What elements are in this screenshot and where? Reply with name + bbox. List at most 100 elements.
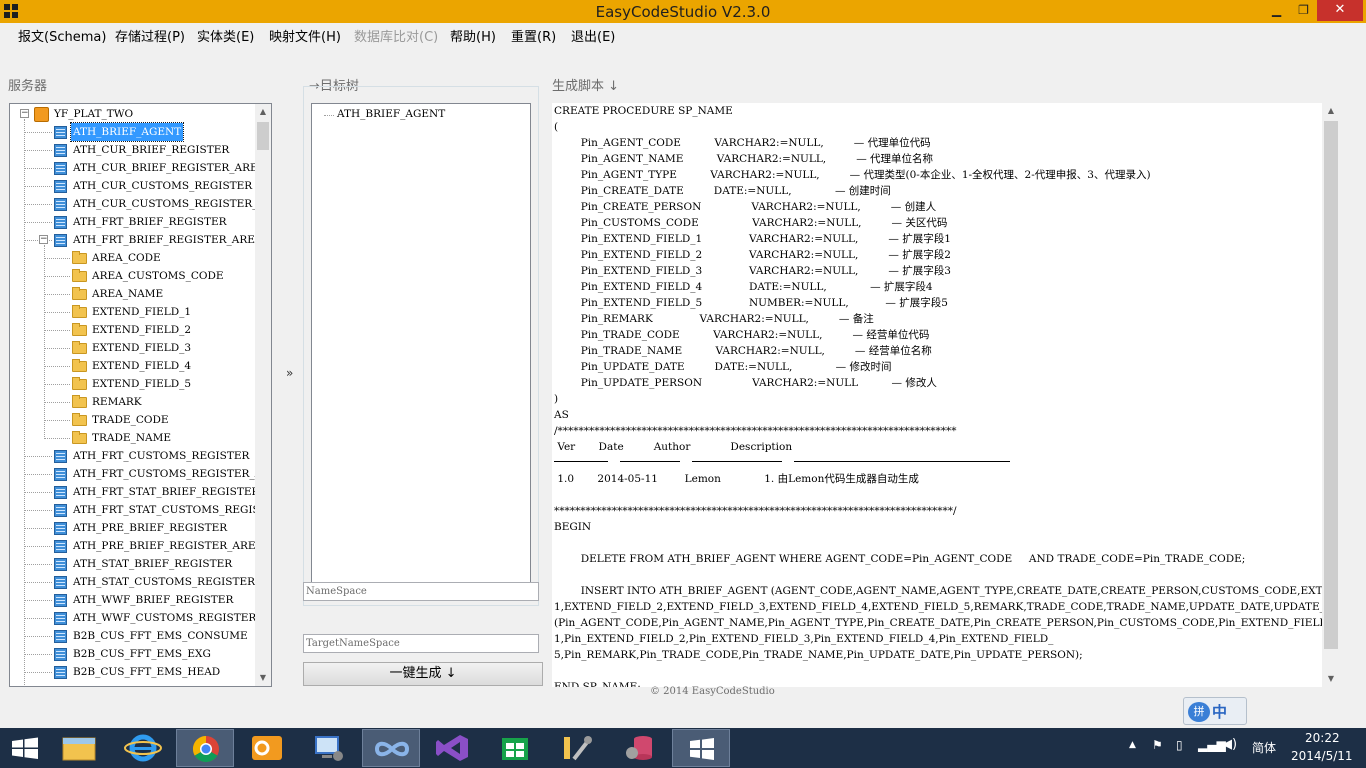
server-tree[interactable]: − YF_PLAT_TWO ATH_BRIEF_AGENT ATH_CUR_BRIEF… [9, 103, 272, 687]
tree-table-item[interactable]: ATH_FRT_STAT_CUSTOMS_REGISTER [54, 501, 271, 519]
action-center-flag-icon[interactable]: ⚑ [1152, 738, 1163, 752]
menu-db-compare[interactable]: 数据库比对(C) [354, 26, 438, 45]
scroll-down-arrow[interactable]: ▼ [1322, 671, 1340, 687]
target-tree[interactable]: ATH_BRIEF_AGENT [311, 103, 531, 585]
easycodestudio-icon[interactable] [672, 729, 730, 767]
tree-table-item[interactable]: ATH_CUR_BRIEF_REGISTER_AREA [54, 159, 267, 177]
tree-item-label: ATH_FRT_CUSTOMS_REGISTER_AREA [73, 468, 272, 480]
table-icon [54, 234, 67, 247]
tools-icon[interactable] [548, 729, 606, 767]
clock-date[interactable]: 2014/5/11 [1291, 749, 1353, 763]
tree-field-item[interactable]: AREA_CUSTOMS_CODE [72, 267, 226, 285]
menu-mapping[interactable]: 映射文件(H) [269, 26, 341, 45]
tree-table-item[interactable]: ATH_CUR_BRIEF_REGISTER [54, 141, 231, 159]
tree-field-item[interactable]: EXTEND_FIELD_4 [72, 357, 193, 375]
battery-icon[interactable]: ▯ [1176, 738, 1183, 752]
close-button[interactable]: ✕ [1317, 0, 1363, 21]
tree-table-item[interactable]: ATH_FRT_BRIEF_REGISTER [54, 213, 229, 231]
tree-table-item[interactable]: ATH_STAT_CUSTOMS_REGISTER [54, 573, 257, 591]
tree-field-item[interactable]: REMARK [72, 393, 144, 411]
maximize-button[interactable]: ❐ [1290, 0, 1317, 21]
collapse-toggle-icon[interactable]: − [20, 109, 29, 118]
outlook-icon[interactable] [238, 729, 296, 767]
collapse-toggle-icon[interactable]: − [39, 235, 48, 244]
clock-time[interactable]: 20:22 [1305, 731, 1340, 745]
tree-table-item[interactable]: ATH_PRE_BRIEF_REGISTER_AREA [54, 537, 265, 555]
tree-field-item[interactable]: EXTEND_FIELD_3 [72, 339, 193, 357]
tree-connector [25, 150, 52, 151]
tree-item-label: ATH_WWF_CUSTOMS_REGISTER [73, 612, 257, 624]
language-indicator[interactable]: 简体 [1252, 739, 1276, 756]
menu-schema[interactable]: 报文(Schema) [18, 26, 106, 45]
target-namespace-input[interactable]: TargetNameSpace [303, 634, 539, 653]
tree-item-label: AREA_NAME [92, 288, 164, 300]
tree-item-label: B2B_CUS_FFT_EMS_EXG [73, 648, 211, 660]
menu-procedure[interactable]: 存储过程(P) [115, 26, 185, 45]
tree-table-item[interactable]: B2B_CUS_FFT_EMS_HEAD [54, 663, 222, 681]
menu-reset[interactable]: 重置(R) [511, 26, 556, 45]
ime-toolbar[interactable]: 拼 中 [1183, 697, 1247, 725]
file-explorer-icon[interactable] [50, 729, 108, 767]
scroll-thumb[interactable] [1324, 121, 1338, 649]
tree-table-item[interactable]: ATH_BRIEF_AGENT [54, 122, 185, 142]
visual-studio-infinity-icon[interactable] [362, 729, 420, 767]
tree-connector [44, 366, 70, 367]
script-output[interactable]: CREATE PROCEDURE SP_NAME ( Pin_AGENT_CODE… [552, 103, 1340, 687]
scroll-up-arrow[interactable]: ▲ [1322, 103, 1340, 119]
tray-overflow-icon[interactable]: ▲ [1129, 740, 1136, 750]
folder-icon [72, 341, 87, 354]
scroll-down-arrow[interactable]: ▼ [255, 670, 271, 686]
scroll-thumb[interactable] [257, 122, 269, 150]
chrome-icon[interactable] [176, 729, 234, 767]
tree-field-item[interactable]: EXTEND_FIELD_5 [72, 375, 193, 393]
tree-table-item[interactable]: ATH_WWF_CUSTOMS_REGISTER [54, 609, 258, 627]
tree-table-item[interactable]: ATH_CUR_CUSTOMS_REGISTER [54, 177, 254, 195]
volume-icon[interactable]: ◀) [1222, 737, 1237, 752]
start-button[interactable] [0, 729, 50, 767]
menu-exit[interactable]: 退出(E) [571, 26, 615, 45]
tree-table-item[interactable]: ATH_FRT_STAT_BRIEF_REGISTER [54, 483, 261, 501]
tree-field-item[interactable]: TRADE_NAME [72, 429, 173, 447]
tree-table-item[interactable]: ATH_FRT_BRIEF_REGISTER_AREA [54, 231, 265, 249]
table-rule [620, 461, 680, 462]
tree-table-item[interactable]: B2B_CUS_FFT_EMS_CONSUME [54, 627, 250, 645]
script-line [554, 535, 1340, 551]
tree-item-label: ATH_FRT_STAT_BRIEF_REGISTER [73, 486, 260, 498]
tree-connector [44, 384, 70, 385]
tree-table-item[interactable]: ATH_PRE_BRIEF_REGISTER [54, 519, 229, 537]
network-icon[interactable] [300, 729, 358, 767]
tree-guide-line [44, 245, 45, 439]
namespace-input[interactable]: NameSpace [303, 582, 539, 601]
ime-mode[interactable]: 中 [1212, 701, 1227, 722]
generate-button[interactable]: 一键生成 ↓ [303, 662, 543, 686]
tree-table-item[interactable]: B2B_CUS_FFT_EMS_EXG [54, 645, 213, 663]
tree-table-item[interactable]: ATH_FRT_CUSTOMS_REGISTER [54, 447, 251, 465]
tree-field-item[interactable]: AREA_NAME [72, 285, 165, 303]
target-tree-item[interactable]: ATH_BRIEF_AGENT [337, 108, 445, 120]
database-icon[interactable] [610, 729, 668, 767]
folder-icon [72, 377, 87, 390]
tree-scrollbar[interactable]: ▲ ▼ [255, 104, 271, 686]
tree-item-label: ATH_FRT_BRIEF_REGISTER [73, 216, 227, 228]
tree-table-item[interactable]: ATH_WWF_BRIEF_REGISTER [54, 591, 235, 609]
scroll-up-arrow[interactable]: ▲ [255, 104, 271, 120]
script-line: Pin_EXTEND_FIELD_4 DATE:=NULL, — 扩展字段4 [554, 281, 933, 293]
ie-icon[interactable] [114, 729, 172, 767]
tree-field-item[interactable]: TRADE_CODE [72, 411, 171, 429]
menu-entity[interactable]: 实体类(E) [197, 26, 254, 45]
ime-logo-icon: 拼 [1188, 702, 1210, 722]
tree-table-item[interactable]: ATH_STAT_BRIEF_REGISTER [54, 555, 234, 573]
tree-table-item[interactable]: ATH_FRT_CUSTOMS_REGISTER_AREA [54, 465, 272, 483]
tree-field-item[interactable]: EXTEND_FIELD_2 [72, 321, 193, 339]
tree-field-item[interactable]: EXTEND_FIELD_1 [72, 303, 193, 321]
tree-table-item[interactable]: ATH_CUR_CUSTOMS_REGISTER_AREA [54, 195, 271, 213]
script-scrollbar[interactable]: ▲ ▼ [1322, 103, 1340, 687]
tree-field-item[interactable]: AREA_CODE [72, 249, 163, 267]
store-icon[interactable] [486, 729, 544, 767]
minimize-button[interactable]: ▁ [1263, 0, 1290, 21]
transfer-chevron[interactable]: » [286, 366, 293, 380]
visual-studio-icon[interactable] [424, 729, 482, 767]
menu-help[interactable]: 帮助(H) [450, 26, 496, 45]
script-text[interactable]: CREATE PROCEDURE SP_NAME ( Pin_AGENT_CODE… [554, 103, 1340, 687]
tree-root[interactable]: − YF_PLAT_TWO [20, 105, 135, 123]
